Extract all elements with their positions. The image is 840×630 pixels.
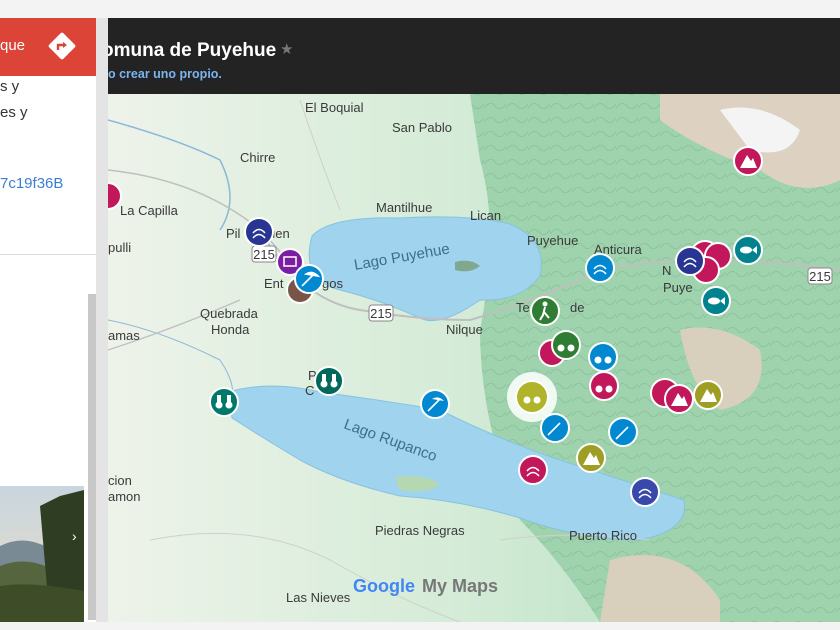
place-label: gos [322, 276, 343, 291]
google-my-maps-logo: Google My Maps [353, 576, 498, 596]
mountain-marker[interactable] [664, 384, 694, 414]
svg-text:215: 215 [253, 247, 275, 262]
directions-button[interactable]: que [0, 18, 96, 76]
place-label: San Pablo [392, 120, 452, 135]
description-line: s y [0, 78, 20, 95]
description-line: es y [0, 104, 28, 121]
divider [0, 254, 96, 255]
left-panel: que s y es y 7c19f36B › [0, 18, 96, 622]
route-shield: 215 [368, 304, 394, 322]
browser-top-strip [0, 0, 840, 18]
place-label: Ent [264, 276, 284, 291]
star-icon[interactable]: ★ [280, 40, 293, 58]
hiking-marker[interactable] [530, 296, 560, 326]
panel-gutter [96, 18, 108, 622]
hotspring-marker[interactable] [675, 246, 705, 276]
beach-marker[interactable] [540, 413, 570, 443]
place-label: Piedras Negras [375, 523, 465, 538]
place-link[interactable]: 7c19f36B [0, 175, 63, 192]
place-photo[interactable] [0, 486, 84, 622]
map-frame: omuna de Puyehue ★ o crear uno propio. 2… [108, 18, 840, 622]
svg-text:215: 215 [809, 269, 831, 284]
place-label: Chirre [240, 150, 275, 165]
place-label: La Capilla [120, 203, 179, 218]
hotspring-marker[interactable] [585, 253, 615, 283]
hotspring-marker[interactable] [518, 455, 548, 485]
place-label: N [662, 263, 671, 278]
hotspring-marker[interactable] [244, 217, 274, 247]
place-label: El Boquial [305, 100, 364, 115]
mountain-marker[interactable] [693, 380, 723, 410]
create-own-link[interactable]: o crear uno propio. [108, 67, 222, 81]
place-label: de [570, 300, 584, 315]
place-label: Puyehue [527, 233, 578, 248]
place-label: Te [516, 300, 530, 315]
place-label: Honda [211, 322, 250, 337]
binoculars-marker[interactable] [588, 342, 618, 372]
fish-marker[interactable] [733, 235, 763, 265]
svg-text:My Maps: My Maps [422, 576, 498, 596]
scrollbar[interactable] [88, 294, 96, 620]
hotspring-marker[interactable] [630, 477, 660, 507]
place-label: C [305, 383, 314, 398]
mountain-marker[interactable] [576, 443, 606, 473]
place-label: Quebrada [200, 306, 259, 321]
place-label: Puerto Rico [569, 528, 637, 543]
place-label: Pil [226, 226, 241, 241]
map-header: omuna de Puyehue ★ o crear uno propio. [108, 18, 840, 94]
map-canvas[interactable]: 215 215 215 Lago Puyehue Lago Rupanco El… [108, 94, 840, 622]
directions-icon [48, 32, 76, 60]
browser-bottom-strip [0, 622, 840, 630]
place-description: s y es y [0, 74, 28, 126]
place-label: Nilque [446, 322, 483, 337]
binoculars-marker[interactable] [314, 366, 344, 396]
binoculars-marker[interactable] [589, 371, 619, 401]
place-label: Puye [663, 280, 693, 295]
place-label: Mantilhue [376, 200, 432, 215]
fish-marker[interactable] [701, 286, 731, 316]
beach-marker[interactable] [608, 417, 638, 447]
place-label: cion [108, 473, 132, 488]
svg-text:215: 215 [370, 306, 392, 321]
directions-label: que [0, 37, 26, 54]
chevron-right-icon[interactable]: › [72, 528, 77, 544]
beach-marker[interactable] [420, 389, 450, 419]
map-title: omuna de Puyehue [108, 40, 277, 61]
binoculars-marker[interactable] [551, 330, 581, 360]
svg-text:Google: Google [353, 576, 415, 596]
place-label: amas [108, 328, 140, 343]
place-label: amon [108, 489, 141, 504]
place-label: Lican [470, 208, 501, 223]
beach-marker[interactable] [294, 264, 324, 294]
route-shield: 215 [251, 245, 277, 263]
place-label: Las Nieves [286, 590, 351, 605]
binoculars-marker[interactable] [209, 387, 239, 417]
place-label: pulli [108, 240, 131, 255]
mountain-marker[interactable] [733, 146, 763, 176]
route-shield: 215 [807, 267, 833, 285]
